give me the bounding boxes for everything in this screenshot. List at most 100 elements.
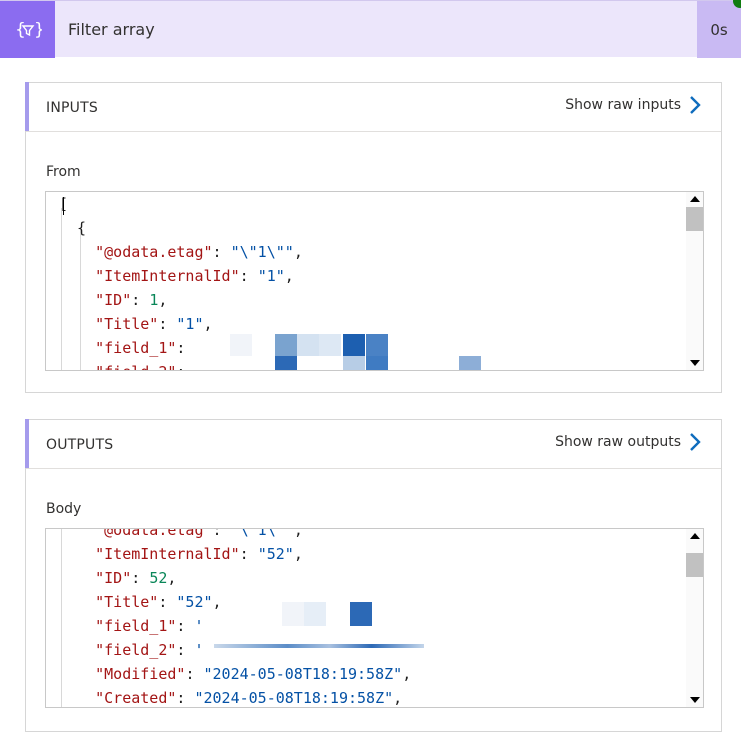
code-token: : — [239, 545, 258, 563]
code-token: "Created" — [59, 689, 177, 707]
code-token: , — [203, 315, 213, 333]
code-line: "ItemInternalId": "52", — [59, 542, 303, 566]
code-token: "ItemInternalId" — [59, 267, 240, 285]
code-token: , — [393, 689, 403, 707]
outputs-title: OUTPUTS — [46, 437, 114, 453]
show-raw-inputs-label: Show raw inputs — [565, 97, 681, 113]
text-cursor — [63, 197, 64, 215]
inputs-title: INPUTS — [46, 100, 98, 116]
code-line: "ID": 1, — [59, 288, 167, 312]
outputs-accent-bar — [25, 419, 29, 468]
show-raw-inputs-link[interactable]: Show raw inputs — [565, 96, 701, 114]
code-token: "ItemInternalId" — [59, 545, 240, 563]
code-token: , — [402, 665, 412, 683]
code-line: "field_2": — [59, 360, 194, 370]
code-token: ' — [194, 641, 204, 659]
redacted-block — [304, 602, 326, 626]
scroll-thumb[interactable] — [686, 553, 703, 577]
show-raw-outputs-link[interactable]: Show raw outputs — [555, 433, 701, 451]
code-token: "@odata.etag" — [59, 243, 213, 261]
redacted-block — [319, 334, 341, 356]
code-line: "Modified": "2024-05-08T18:19:58Z", — [59, 662, 411, 686]
code-token: "\"1\"" — [230, 243, 294, 261]
redacted-block — [350, 602, 372, 626]
code-line: "@odata.etag": "\"1\"", — [59, 240, 303, 264]
redacted-block — [282, 602, 304, 626]
chevron-right-icon — [690, 96, 701, 114]
from-label: From — [46, 164, 81, 180]
svg-text:{: { — [15, 20, 26, 40]
code-token: : — [131, 569, 150, 587]
action-header[interactable]: { } Filter array 0s — [0, 0, 741, 58]
code-token: : — [176, 363, 194, 370]
code-line: "Title": "52", — [59, 590, 222, 614]
code-token: : — [131, 291, 150, 309]
code-line: "field_2": ' — [59, 638, 204, 662]
code-token: "52" — [257, 545, 294, 563]
action-title: Filter array — [68, 20, 155, 39]
code-token: "Title" — [59, 315, 159, 333]
redacted-block — [275, 356, 297, 370]
code-token: : — [158, 593, 177, 611]
scroll-up-icon[interactable] — [690, 196, 700, 202]
code-token: , — [212, 593, 222, 611]
code-token: "ID" — [59, 569, 132, 587]
scroll-down-icon[interactable] — [690, 697, 700, 703]
redacted-block — [459, 356, 481, 370]
code-token: : — [185, 665, 204, 683]
code-token: : — [176, 641, 195, 659]
code-token: : — [176, 339, 195, 357]
code-token: 1 — [149, 291, 159, 309]
svg-text:}: } — [34, 20, 42, 40]
code-token: , — [293, 528, 303, 539]
scroll-up-icon[interactable] — [690, 533, 700, 539]
code-line: "Title": "1", — [59, 312, 213, 336]
code-token: "field_1" — [59, 617, 177, 635]
scroll-thumb[interactable] — [686, 207, 703, 231]
body-label: Body — [46, 501, 82, 517]
code-token: : — [176, 689, 195, 707]
code-token: "1" — [257, 267, 285, 285]
redacted-block — [297, 334, 319, 356]
code-token: "@odata.etag" — [59, 528, 213, 539]
code-line: "field_1": ' — [59, 614, 204, 638]
scroll-down-icon[interactable] — [690, 360, 700, 366]
code-line: "ID": 52, — [59, 566, 176, 590]
code-token: "2024-05-08T18:19:58Z" — [203, 665, 403, 683]
code-token: : — [239, 267, 258, 285]
code-token: "1" — [176, 315, 204, 333]
redacted-block — [230, 334, 252, 356]
code-token: "field_2" — [59, 363, 176, 370]
code-token: "field_1" — [59, 339, 177, 357]
inputs-card: INPUTS Show raw inputs From [ { "@odata.… — [25, 82, 722, 393]
show-raw-outputs-label: Show raw outputs — [555, 434, 681, 450]
code-line: { — [59, 216, 86, 240]
code-line: "@odata.etag": "\"1\"", — [59, 528, 303, 542]
code-token: "field_2" — [59, 641, 177, 659]
inputs-card-header: INPUTS Show raw inputs — [25, 82, 721, 132]
chevron-right-icon — [690, 433, 701, 451]
code-token: , — [167, 569, 177, 587]
code-token: : — [212, 243, 231, 261]
outputs-scrollbar[interactable] — [686, 529, 703, 707]
inputs-code-viewer[interactable]: [ { "@odata.etag": "\"1\"", "ItemInterna… — [45, 191, 704, 371]
code-token: "52" — [176, 593, 213, 611]
redacted-block — [275, 334, 297, 356]
code-token: , — [284, 267, 294, 285]
inputs-scrollbar[interactable] — [686, 192, 703, 370]
code-token: 52 — [149, 569, 168, 587]
code-token: ' — [194, 617, 204, 635]
code-token: { — [59, 219, 87, 237]
code-token: , — [158, 291, 168, 309]
code-token: "ID" — [59, 291, 132, 309]
code-token: , — [293, 243, 303, 261]
redacted-block — [343, 356, 365, 370]
code-token: "\"1\"" — [230, 528, 294, 539]
code-token: "Title" — [59, 593, 159, 611]
code-token: : — [176, 617, 195, 635]
outputs-code-viewer[interactable]: "@odata.etag": "\"1\"", "ItemInternalId"… — [45, 528, 704, 708]
redacted-block — [366, 356, 388, 370]
code-line: "Created": "2024-05-08T18:19:58Z", — [59, 686, 403, 707]
redacted-block — [214, 644, 424, 648]
duration-badge: 0s — [697, 1, 741, 58]
